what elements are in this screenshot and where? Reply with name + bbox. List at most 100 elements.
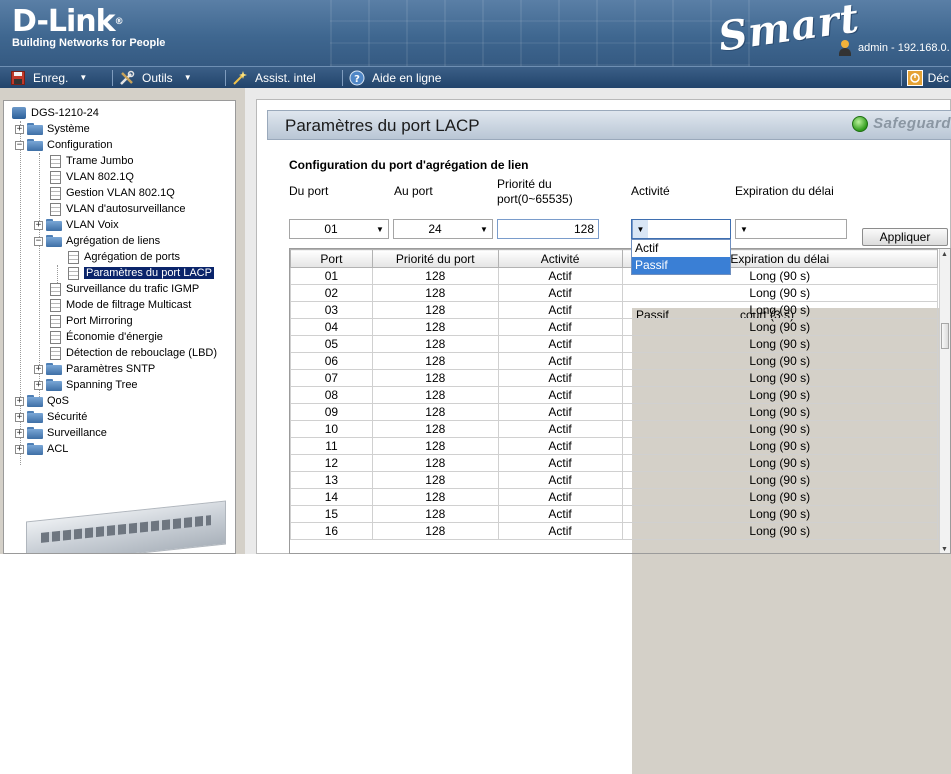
tree-item-port-mirroring[interactable]: Port Mirroring (50, 313, 133, 329)
table-row: 13 128 Actif Long (90 s) (290, 471, 939, 489)
safeguard-label: Safeguard (873, 115, 951, 132)
tree-item-agregation-ports[interactable]: Agrégation de ports (68, 249, 180, 265)
cell-activity: Actif (497, 369, 623, 387)
cell-activity: Actif (497, 318, 623, 336)
header-banner: D-Link® Building Networks for People Sma… (0, 0, 951, 66)
expand-icon[interactable]: + (15, 396, 24, 406)
expand-icon[interactable]: + (34, 220, 43, 230)
tree-item-multicast[interactable]: Mode de filtrage Multicast (50, 297, 191, 313)
table-row: 07 128 Actif Long (90 s) (290, 369, 939, 387)
cell-timeout: Long (90 s) (621, 420, 939, 438)
expand-icon[interactable]: + (34, 380, 43, 390)
tree-item-label: Sécurité (47, 411, 88, 423)
tree-item-spanning-tree[interactable]: + Spanning Tree (34, 377, 138, 393)
toolbar-tools-menu[interactable]: Outils ▼ (113, 67, 225, 89)
admin-label: admin - 192.168.0. (858, 42, 950, 54)
cell-priority: 128 (371, 284, 499, 302)
cell-activity: Actif (497, 420, 623, 438)
cell-timeout: Long (90 s) (621, 318, 939, 336)
tree-item-label: ACL (47, 443, 69, 455)
chevron-down-icon: ▼ (740, 224, 748, 234)
cell-priority: 128 (371, 420, 499, 438)
cell-timeout: Long (90 s) (621, 335, 939, 353)
tree-item-sntp[interactable]: + Paramètres SNTP (34, 361, 155, 377)
expand-icon[interactable]: + (15, 124, 24, 134)
tree-item-gestion-vlan[interactable]: Gestion VLAN 802.1Q (50, 185, 175, 201)
cell-timeout: Long (90 s) (621, 403, 939, 421)
collapse-icon[interactable]: − (34, 236, 43, 246)
scroll-down-icon[interactable]: ▼ (941, 546, 948, 553)
tree-item-agregation-liens[interactable]: − Agrégation de liens (34, 233, 160, 249)
timeout-label: Expiration du délai (735, 184, 834, 198)
timeout-select[interactable]: court (3 s) ▼ (735, 219, 951, 774)
tree-item-lbd[interactable]: Détection de rebouclage (LBD) (50, 345, 217, 361)
activity-select[interactable]: Passif ▼ (631, 219, 877, 774)
table-scrollbar[interactable]: ▲ ▼ (939, 249, 950, 553)
cell-activity: Actif (497, 522, 623, 540)
cell-activity: Actif (497, 386, 623, 404)
expand-icon[interactable]: + (15, 428, 24, 438)
table-row: 06 128 Actif Long (90 s) (290, 352, 939, 370)
tree-item-parametres-lacp[interactable]: Paramètres du port LACP (68, 265, 214, 281)
cell-activity: Actif (497, 454, 623, 472)
chevron-down-icon: ▼ (183, 73, 192, 82)
tree-item-configuration[interactable]: − Configuration (15, 137, 112, 153)
cell-priority: 128 (371, 505, 499, 523)
cell-timeout: Long (90 s) (621, 505, 939, 523)
tree-item-securite[interactable]: + Sécurité (15, 409, 87, 425)
logo-text: D-Link (12, 4, 116, 39)
apply-button[interactable]: Appliquer (862, 228, 948, 246)
table-row: 11 128 Actif Long (90 s) (290, 437, 939, 455)
cell-port: 06 (290, 352, 373, 370)
tree-item-vlan-voix[interactable]: + VLAN Voix (34, 217, 119, 233)
collapse-icon[interactable]: − (15, 140, 24, 150)
tree-item-surveillance[interactable]: + Surveillance (15, 425, 107, 441)
tree-item-igmp[interactable]: Surveillance du trafic IGMP (50, 281, 199, 297)
table-row: 02 128 Actif Long (90 s) (290, 284, 939, 302)
cell-activity: Actif (497, 488, 623, 506)
cell-priority: 128 (371, 522, 499, 540)
table-row: 12 128 Actif Long (90 s) (290, 454, 939, 472)
activity-option-passif[interactable]: Passif (632, 257, 730, 274)
cell-timeout: Long (90 s) (621, 352, 939, 370)
expand-icon[interactable]: + (15, 444, 24, 454)
save-icon (10, 70, 26, 86)
tree-item-economie-energie[interactable]: Économie d'énergie (50, 329, 163, 345)
tree-item-acl[interactable]: + ACL (15, 441, 68, 457)
cell-activity: Actif (497, 403, 623, 421)
scroll-up-icon[interactable]: ▲ (941, 251, 948, 258)
cell-priority: 128 (371, 335, 499, 353)
admin-status: admin - 192.168.0. (838, 40, 950, 56)
tree-item-label: Mode de filtrage Multicast (66, 299, 192, 311)
tree-item-systeme[interactable]: + Système (15, 121, 90, 137)
toolbar-logout-button[interactable]: Déc (900, 67, 951, 89)
switch-device-image (26, 500, 226, 553)
tree-item-vlan-8021q[interactable]: VLAN 802.1Q (50, 169, 134, 185)
expand-icon[interactable]: + (15, 412, 24, 422)
tree-item-label: VLAN d'autosurveillance (66, 203, 186, 215)
scroll-thumb[interactable] (941, 323, 949, 349)
cell-priority: 128 (371, 454, 499, 472)
toolbar-divider (900, 70, 902, 86)
table-row: 04 128 Actif Long (90 s) (290, 318, 939, 336)
expand-icon[interactable]: + (34, 364, 43, 374)
to-port-select[interactable]: 24 ▼ (393, 219, 493, 239)
from-port-label: Du port (289, 184, 329, 198)
priority-input[interactable]: 128 (497, 219, 599, 239)
from-port-select[interactable]: 01 ▼ (289, 219, 389, 239)
tree-root[interactable]: DGS-1210-24 (12, 105, 99, 121)
cell-port: 04 (290, 318, 373, 336)
cell-timeout: Long (90 s) (621, 471, 939, 489)
activity-option-actif[interactable]: Actif (632, 240, 730, 257)
toolbar-save-menu[interactable]: Enreg. ▼ (0, 67, 112, 89)
toolbar-help-button[interactable]: ? Aide en ligne (343, 67, 461, 89)
toolbar-wizard-button[interactable]: Assist. intel (226, 67, 342, 89)
header-background-pattern (330, 0, 750, 66)
tree-item-qos[interactable]: + QoS (15, 393, 69, 409)
priority-label-line1: Priorité du (497, 177, 552, 191)
logout-icon (906, 70, 923, 86)
tree-item-trame-jumbo[interactable]: Trame Jumbo (50, 153, 133, 169)
tree-item-vlan-autosurveillance[interactable]: VLAN d'autosurveillance (50, 201, 186, 217)
column-header-priority: Priorité du port (371, 249, 499, 268)
chevron-down-icon: ▼ (480, 224, 488, 234)
